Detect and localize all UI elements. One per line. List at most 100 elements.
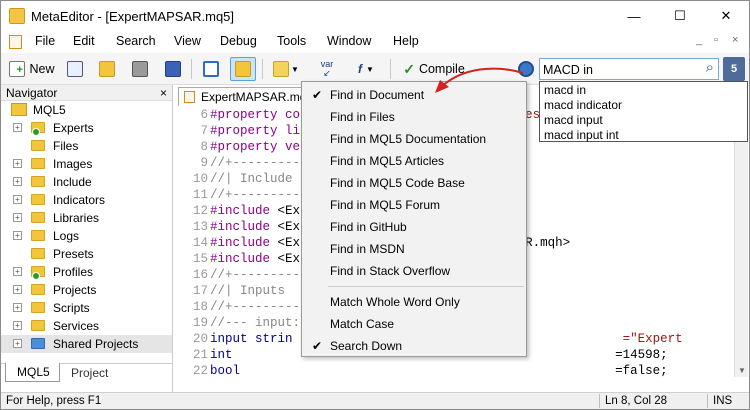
mdi-close-button[interactable]: × [732, 34, 738, 46]
search-option-item[interactable]: Match Case [302, 313, 526, 335]
tree-item[interactable]: + Scripts [1, 299, 172, 317]
search-mode-item[interactable]: Find in Stack Overflow [302, 260, 526, 282]
menu-edit[interactable]: Edit [73, 34, 95, 48]
tree-item[interactable]: Files [1, 137, 172, 155]
navigator-title: Navigator [6, 86, 58, 100]
new-button[interactable]: + New [6, 57, 58, 81]
search-icon[interactable]: ⌕ [706, 59, 714, 76]
bookmarks-button[interactable]: ▼ [268, 57, 304, 81]
insert-function-button[interactable]: f ▼ [348, 57, 384, 81]
new-project-button[interactable] [63, 57, 87, 81]
menu-file[interactable]: File [35, 34, 55, 48]
save-all-button[interactable] [161, 57, 185, 81]
tree-item[interactable]: + Shared Projects [1, 335, 172, 353]
vertical-scrollbar[interactable]: ▼ [734, 107, 748, 377]
expand-icon[interactable]: + [13, 267, 22, 276]
code-token: //+---------- [210, 156, 308, 170]
search-option-item[interactable]: ✔ Search Down [302, 335, 526, 357]
search-mode-item[interactable]: Find in MQL5 Code Base [302, 172, 526, 194]
minimize-button[interactable]: — [611, 1, 657, 31]
search-input[interactable] [543, 61, 693, 78]
toggle-navigator-button[interactable] [230, 57, 256, 81]
code-text: //--- input: [210, 315, 300, 331]
folder-icon [31, 320, 45, 331]
menu-debug[interactable]: Debug [220, 34, 257, 48]
scroll-down-icon: ▼ [738, 366, 746, 375]
close-button[interactable]: ✕ [703, 1, 749, 31]
code-token: #property co [210, 108, 301, 122]
code-token: //--- input: [210, 316, 301, 330]
tree-item[interactable]: + Profiles [1, 263, 172, 281]
mql5-community-icon: 5 [730, 63, 738, 75]
expand-icon[interactable]: + [13, 339, 22, 348]
tree-item[interactable]: + Experts [1, 119, 172, 137]
suggestion-item[interactable]: macd input [544, 113, 603, 128]
code-token: //+---------- [210, 188, 308, 202]
tree-item[interactable]: + Indicators [1, 191, 172, 209]
search-option-item[interactable]: Match Whole Word Only [302, 291, 526, 313]
line-number: 11 [192, 188, 208, 202]
tab-project[interactable]: Project [61, 364, 121, 382]
menu-tools[interactable]: Tools [277, 34, 306, 48]
code-token: #include [210, 220, 278, 234]
expand-icon[interactable]: + [13, 285, 22, 294]
line-number: 20 [192, 332, 208, 346]
new-file-icon: + [9, 61, 26, 77]
code-text: //+---------- [210, 267, 308, 283]
new-button-label: New [29, 62, 55, 76]
status-mode: INS [713, 395, 733, 407]
menu-window[interactable]: Window [327, 34, 371, 48]
line-number: 15 [192, 252, 208, 266]
insert-variable-button[interactable]: var ↙ [312, 57, 342, 81]
status-ok-icon [32, 272, 40, 280]
expand-icon[interactable]: + [13, 303, 22, 312]
toolbar-separator [390, 59, 391, 79]
menu-help[interactable]: Help [393, 34, 419, 48]
expand-icon[interactable]: + [13, 231, 22, 240]
editor-tab-label: ExpertMAPSAR.mq5 [201, 90, 308, 104]
line-number: 9 [200, 156, 208, 170]
community-button[interactable]: 5 [723, 57, 745, 81]
menu-view[interactable]: View [174, 34, 201, 48]
tree-item[interactable]: + Images [1, 155, 172, 173]
menu-item-label: Find in MSDN [330, 242, 405, 256]
suggestion-item[interactable]: macd input int [544, 128, 619, 143]
mdi-restore-button[interactable]: ▫ [714, 34, 718, 46]
mdi-minimize-button[interactable]: _ [696, 34, 702, 46]
editor-tab[interactable]: ExpertMAPSAR.mq5 [178, 87, 308, 106]
tree-item[interactable]: + Projects [1, 281, 172, 299]
expand-icon[interactable]: + [13, 177, 22, 186]
toggle-toolbox-button[interactable] [198, 57, 224, 81]
code-token: #property li [210, 124, 301, 138]
tree-item[interactable]: Presets [1, 245, 172, 263]
tree-item[interactable]: + Include [1, 173, 172, 191]
navigator-header: Navigator × [1, 85, 172, 101]
expand-icon[interactable]: + [13, 213, 22, 222]
tree-root[interactable]: MQL5 [1, 101, 172, 119]
search-mode-item[interactable]: Find in GitHub [302, 216, 526, 238]
suggestion-item[interactable]: macd indicator [544, 98, 622, 113]
search-mode-item[interactable]: Find in MQL5 Forum [302, 194, 526, 216]
menu-search[interactable]: Search [116, 34, 156, 48]
tree-item[interactable]: + Libraries [1, 209, 172, 227]
expand-icon[interactable]: + [13, 321, 22, 330]
search-mode-item[interactable]: Find in MSDN [302, 238, 526, 260]
suggestion-item[interactable]: macd in [544, 83, 586, 98]
expand-icon[interactable]: + [13, 195, 22, 204]
tree-item[interactable]: + Services [1, 317, 172, 335]
save-button[interactable] [128, 57, 152, 81]
tree-item[interactable]: + Logs [1, 227, 172, 245]
code-token: <Ex [277, 220, 301, 234]
search-mode-item[interactable]: Find in MQL5 Documentation [302, 128, 526, 150]
maximize-button[interactable]: ☐ [657, 1, 703, 31]
search-mode-item[interactable]: Find in MQL5 Articles [302, 150, 526, 172]
expand-icon[interactable]: + [13, 123, 22, 132]
search-mode-item[interactable]: Find in Files [302, 106, 526, 128]
navigator-close-icon[interactable]: × [160, 85, 167, 101]
expand-icon[interactable]: + [13, 159, 22, 168]
open-button[interactable] [95, 57, 119, 81]
annotation-arrow [435, 67, 524, 93]
tree-item-label: Profiles [53, 265, 94, 279]
tab-mql5[interactable]: MQL5 [5, 363, 60, 382]
menu-item-label: Find in Stack Overflow [330, 264, 451, 278]
